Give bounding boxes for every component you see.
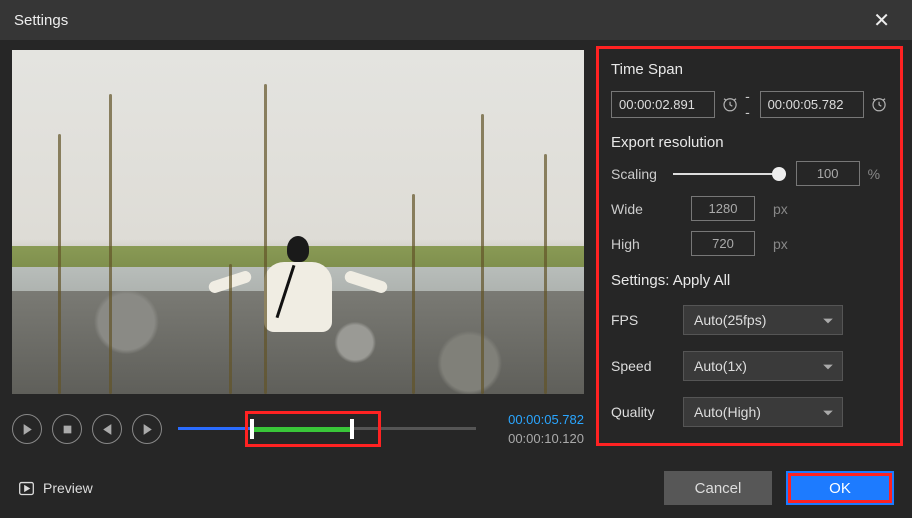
wide-label: Wide	[611, 201, 673, 217]
titlebar: Settings ✕	[0, 0, 912, 40]
apply-all-label: Settings: Apply All	[611, 272, 888, 289]
cancel-button[interactable]: Cancel	[664, 471, 772, 505]
scaling-label: Scaling	[611, 166, 673, 182]
reset-end-icon[interactable]	[870, 94, 888, 114]
quality-label: Quality	[611, 404, 683, 420]
next-frame-icon[interactable]	[132, 414, 162, 444]
fps-label: FPS	[611, 312, 683, 328]
scaling-unit: %	[868, 166, 888, 182]
wide-input[interactable]	[691, 196, 755, 221]
total-time: 00:00:10.120	[482, 429, 584, 449]
video-preview	[12, 50, 584, 394]
speed-label: Speed	[611, 358, 683, 374]
seek-bar[interactable]	[178, 409, 476, 449]
reset-start-icon[interactable]	[721, 94, 739, 114]
high-unit: px	[773, 236, 793, 252]
timespan-label: Time Span	[611, 61, 888, 78]
scaling-slider[interactable]	[673, 164, 786, 184]
timespan-start-input[interactable]	[611, 91, 715, 118]
quality-select[interactable]: Auto(High)	[683, 397, 843, 427]
fps-select[interactable]: Auto(25fps)	[683, 305, 843, 335]
timespan-separator: --	[745, 88, 753, 120]
high-label: High	[611, 236, 673, 252]
close-icon[interactable]: ✕	[865, 4, 898, 37]
chevron-down-icon	[822, 314, 834, 330]
settings-panel: Time Span -- Export resolution Scaling %	[596, 46, 903, 446]
chevron-down-icon	[822, 360, 834, 376]
preview-button[interactable]: Preview	[18, 480, 93, 497]
wide-unit: px	[773, 201, 793, 217]
ok-button[interactable]: OK	[786, 471, 894, 505]
window-title: Settings	[14, 12, 68, 29]
prev-frame-icon[interactable]	[92, 414, 122, 444]
high-input[interactable]	[691, 231, 755, 256]
play-icon[interactable]	[12, 414, 42, 444]
speed-select[interactable]: Auto(1x)	[683, 351, 843, 381]
preview-label: Preview	[43, 480, 93, 496]
export-resolution-label: Export resolution	[611, 134, 888, 151]
settings-dialog: Settings ✕	[0, 0, 912, 518]
trim-highlight	[245, 411, 381, 447]
current-time: 00:00:05.782	[482, 410, 584, 430]
stop-icon[interactable]	[52, 414, 82, 444]
chevron-down-icon	[822, 406, 834, 422]
scaling-input[interactable]	[796, 161, 860, 186]
timespan-end-input[interactable]	[760, 91, 864, 118]
